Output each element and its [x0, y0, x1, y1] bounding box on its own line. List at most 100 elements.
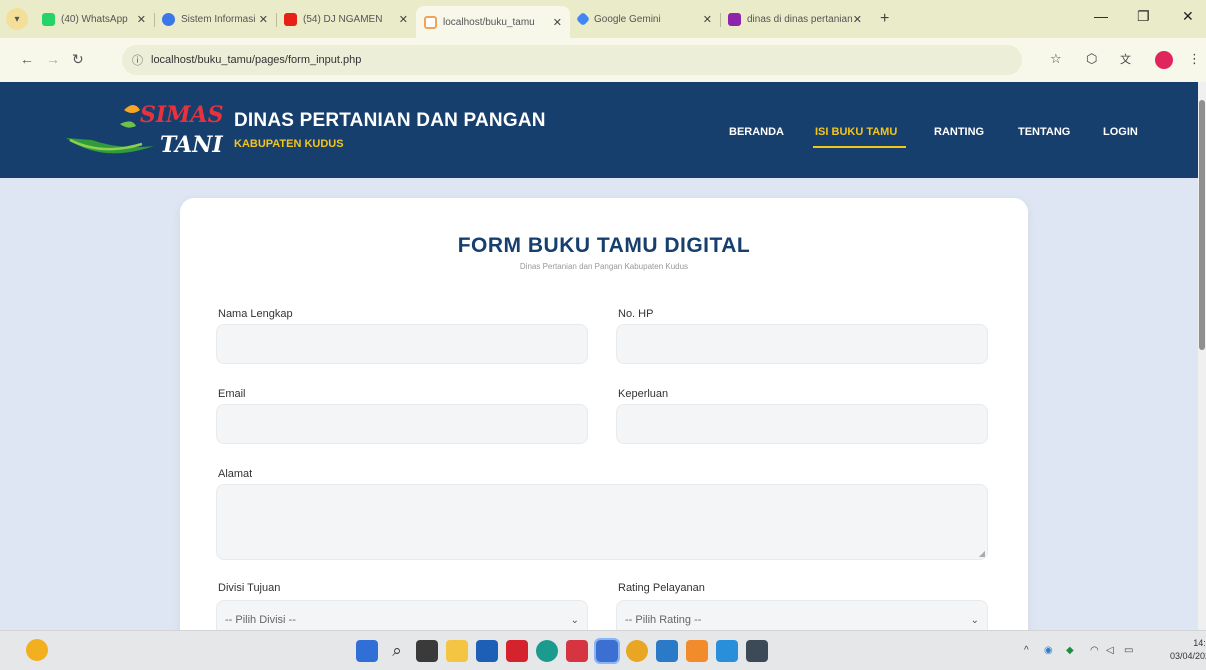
extensions-icon[interactable]: ⬡: [1086, 51, 1097, 67]
keperluan-input[interactable]: [616, 404, 988, 444]
label-alamat: Alamat: [218, 468, 253, 480]
browser-tab-active[interactable]: localhost/buku_tamu ✕: [416, 6, 570, 38]
chevron-down-icon: ⌄: [570, 614, 579, 626]
close-icon[interactable]: ✕: [553, 16, 562, 29]
active-nav-indicator: [813, 146, 906, 148]
youtube-icon: [284, 12, 297, 26]
browser-tab-strip: ▾ (40) WhatsApp ✕ Sistem Informasi ✕ (54…: [0, 0, 1206, 38]
form-subtitle: Dinas Pertanian dan Pangan Kabupaten Kud…: [519, 262, 689, 271]
system-clock[interactable]: 14:11 03/04/2026: [1170, 637, 1206, 663]
form-title: FORM BUKU TAMU DIGITAL: [457, 234, 751, 257]
site-title: DINAS PERTANIAN DAN PANGAN: [234, 110, 546, 131]
photos-icon[interactable]: [594, 638, 620, 664]
chevron-down-icon: ⌄: [970, 614, 979, 626]
file-explorer-icon[interactable]: [446, 640, 468, 662]
browser-tab[interactable]: (40) WhatsApp ✕: [34, 5, 154, 33]
resize-handle-icon[interactable]: ◢: [979, 549, 985, 558]
globe-icon: [162, 12, 175, 26]
antivirus-icon[interactable]: [506, 640, 528, 662]
edge-icon[interactable]: [536, 640, 558, 662]
gemini-icon: [575, 11, 591, 27]
divisi-select[interactable]: -- Pilih Divisi -- ⌄: [216, 600, 588, 630]
tray-sync-icon[interactable]: ◆: [1066, 645, 1074, 656]
tab-search-icon[interactable]: ▾: [6, 8, 28, 30]
tab-title: Sistem Informasi: [181, 13, 256, 25]
forward-icon[interactable]: →: [46, 51, 60, 67]
browser-tab[interactable]: (54) DJ NGAMEN ✕: [276, 5, 416, 33]
battery-icon[interactable]: ▭: [1124, 645, 1133, 656]
nav-ranting[interactable]: RANTING: [934, 126, 984, 138]
wps-icon[interactable]: [566, 640, 588, 662]
simas-tani-logo[interactable]: SIMAS TANI: [62, 98, 232, 164]
label-email: Email: [218, 388, 246, 400]
tray-app-icon[interactable]: ◉: [1044, 645, 1053, 656]
search-icon[interactable]: ⌕: [386, 640, 408, 662]
label-keperluan: Keperluan: [618, 388, 669, 400]
reload-icon[interactable]: ↻: [72, 51, 84, 68]
tray-chevron-icon[interactable]: ^: [1024, 645, 1029, 656]
scrollbar-thumb[interactable]: [1199, 100, 1205, 350]
no-hp-input[interactable]: [616, 324, 988, 364]
browser-tab[interactable]: dinas di dinas pertanian ✕: [720, 5, 870, 33]
nav-beranda[interactable]: BERANDA: [729, 126, 784, 138]
web-page: SIMAS TANI DINAS PERTANIAN DAN PANGAN KA…: [0, 82, 1198, 630]
bookmark-star-icon[interactable]: ☆: [1050, 51, 1062, 67]
xampp-icon[interactable]: [686, 640, 708, 662]
label-no-hp: No. HP: [618, 308, 654, 320]
tab-title: dinas di dinas pertanian: [747, 13, 853, 25]
site-subtitle: KABUPATEN KUDUS: [234, 138, 344, 150]
address-bar[interactable]: ⓘ localhost/buku_tamu/pages/form_input.p…: [122, 45, 1022, 75]
browser-tab[interactable]: Google Gemini ✕: [570, 5, 720, 33]
terminal-icon[interactable]: [746, 640, 768, 662]
vscode-icon[interactable]: [716, 640, 738, 662]
guestbook-form-card: FORM BUKU TAMU DIGITAL Dinas Pertanian d…: [180, 198, 1028, 630]
nav-tentang[interactable]: TENTANG: [1018, 126, 1070, 138]
nav-isi-buku-tamu[interactable]: ISI BUKU TAMU: [815, 126, 897, 138]
canva-icon: [728, 12, 741, 26]
close-icon[interactable]: ✕: [853, 13, 862, 26]
site-info-icon[interactable]: ⓘ: [132, 52, 143, 68]
page-scrollbar[interactable]: [1198, 82, 1206, 630]
task-view-icon[interactable]: [416, 640, 438, 662]
svg-text:SIMAS: SIMAS: [140, 102, 224, 128]
divisi-selected-value: -- Pilih Divisi --: [225, 614, 296, 626]
tab-title: localhost/buku_tamu: [443, 16, 535, 28]
menu-dots-icon[interactable]: ⋮: [1188, 51, 1201, 67]
chrome-icon[interactable]: [626, 640, 648, 662]
clock-time: 14:11: [1193, 638, 1206, 648]
tab-title: (40) WhatsApp: [61, 13, 128, 25]
nama-lengkap-input[interactable]: [216, 324, 588, 364]
browser-tab[interactable]: Sistem Informasi ✕: [154, 5, 276, 33]
rating-selected-value: -- Pilih Rating --: [625, 614, 702, 626]
profile-avatar[interactable]: [1155, 51, 1173, 69]
label-nama-lengkap: Nama Lengkap: [218, 308, 293, 320]
address-toolbar: ← → ↻ ⓘ localhost/buku_tamu/pages/form_i…: [0, 38, 1206, 82]
alamat-textarea[interactable]: ◢: [216, 484, 988, 560]
close-icon[interactable]: ✕: [703, 13, 712, 26]
wifi-icon[interactable]: ◠: [1090, 645, 1099, 656]
maximize-icon[interactable]: ❐: [1137, 8, 1150, 25]
close-icon[interactable]: ✕: [137, 13, 146, 26]
nav-login[interactable]: LOGIN: [1103, 126, 1138, 138]
translate-icon[interactable]: 文: [1120, 51, 1131, 67]
label-rating-pelayanan: Rating Pelayanan: [618, 582, 705, 594]
volume-icon[interactable]: ◁: [1106, 645, 1114, 656]
site-header: SIMAS TANI DINAS PERTANIAN DAN PANGAN KA…: [0, 82, 1198, 178]
whatsapp-icon: [42, 12, 55, 26]
url-text: localhost/buku_tamu/pages/form_input.php: [151, 54, 362, 66]
store-icon[interactable]: [476, 640, 498, 662]
taskbar: ⌕ ^ ◉ ◆ ◠ ◁ ▭ 14:11 03/04/2026: [0, 630, 1206, 670]
close-icon[interactable]: ✕: [399, 13, 408, 26]
outlook-icon[interactable]: [656, 640, 678, 662]
minimize-icon[interactable]: —: [1094, 8, 1108, 24]
new-tab-button[interactable]: +: [880, 10, 889, 28]
tab-title: Google Gemini: [594, 13, 661, 25]
windows-start-icon[interactable]: [356, 640, 378, 662]
close-icon[interactable]: ✕: [259, 13, 268, 26]
label-divisi-tujuan: Divisi Tujuan: [218, 582, 281, 594]
back-icon[interactable]: ←: [20, 51, 34, 67]
email-input[interactable]: [216, 404, 588, 444]
rating-select[interactable]: -- Pilih Rating -- ⌄: [616, 600, 988, 630]
window-close-icon[interactable]: ✕: [1182, 8, 1194, 25]
weather-icon[interactable]: [26, 639, 48, 661]
